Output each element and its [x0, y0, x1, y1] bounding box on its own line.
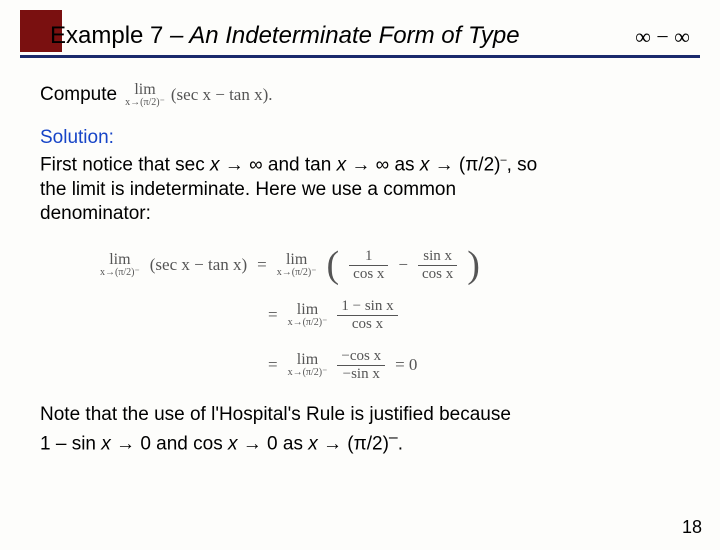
content: Compute lim x→(π/2)⁻ (sec x − tan x). So…: [0, 62, 720, 457]
solution-label: Solution:: [40, 126, 680, 151]
example-number: Example 7: [50, 22, 163, 49]
math-row-2: = limx→(π/2)⁻ 1 − sin xcos x: [268, 295, 680, 335]
title-underline: [20, 55, 700, 58]
title-dash: –: [163, 22, 189, 49]
title-math: ∞ − ∞: [635, 24, 690, 50]
math-derivation: limx→(π/2)⁻ (sec x − tan x) = limx→(π/2)…: [100, 245, 680, 385]
note: Note that the use of l'Hospital's Rule i…: [40, 403, 680, 457]
title-text: Example 7 – An Indeterminate Form of Typ…: [50, 22, 520, 50]
math-row-1: limx→(π/2)⁻ (sec x − tan x) = limx→(π/2)…: [100, 245, 680, 285]
compute-limit: lim x→(π/2)⁻ (sec x − tan x).: [125, 82, 272, 108]
compute-label: Compute: [40, 83, 117, 108]
math-row-3: = limx→(π/2)⁻ −cos x−sin x = 0: [268, 345, 680, 385]
page-number: 18: [682, 517, 702, 538]
solution-body: First notice that sec x → ∞ and tan x → …: [40, 153, 680, 227]
compute-line: Compute lim x→(π/2)⁻ (sec x − tan x).: [40, 82, 680, 108]
title-rest: An Indeterminate Form of Type: [189, 22, 519, 49]
title-bar: Example 7 – An Indeterminate Form of Typ…: [0, 10, 720, 62]
